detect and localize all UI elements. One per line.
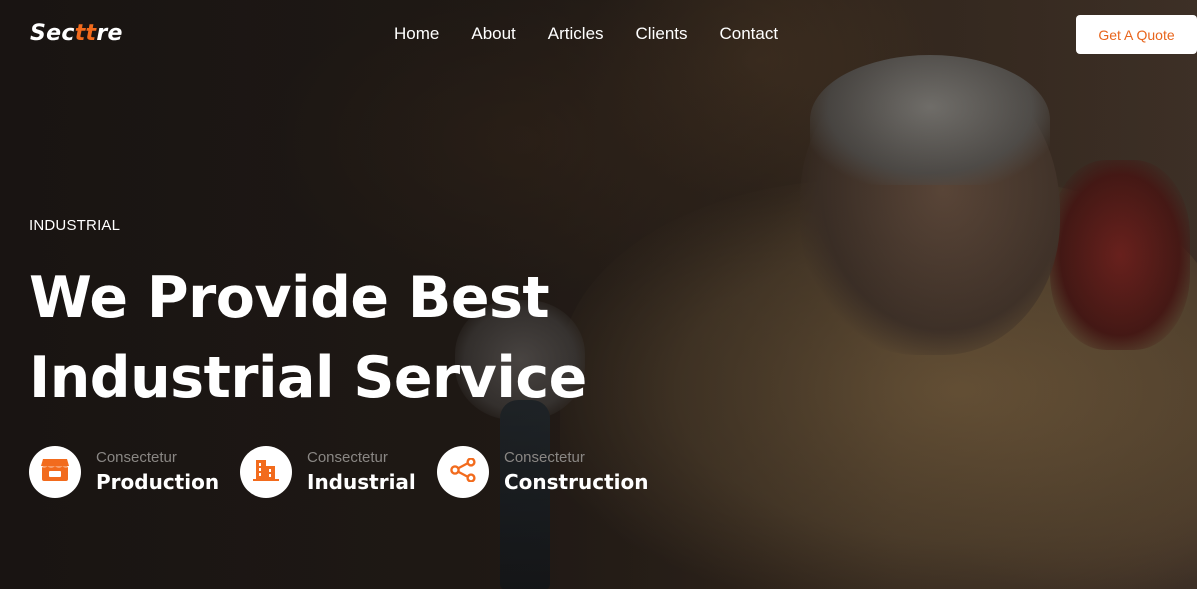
hero-headline-line2: Industrial Service bbox=[29, 345, 587, 411]
site-logo[interactable]: Secttre bbox=[30, 21, 123, 46]
feature-title: Construction bbox=[504, 470, 649, 494]
feature-list: Consectetur Production Consectetur Indus… bbox=[29, 446, 648, 498]
share-nodes-icon bbox=[449, 457, 477, 486]
hero-headline: We Provide Best Industrial Service bbox=[29, 258, 649, 418]
feature-kicker: Consectetur bbox=[307, 449, 388, 466]
buildings-icon bbox=[252, 458, 280, 486]
nav-item-articles[interactable]: Articles bbox=[548, 24, 604, 44]
feature-industrial[interactable]: Consectetur Industrial bbox=[240, 446, 437, 498]
feature-icon-circle bbox=[29, 446, 81, 498]
feature-kicker: Consectetur bbox=[504, 449, 585, 466]
feature-title: Production bbox=[96, 470, 220, 494]
get-a-quote-button[interactable]: Get A Quote bbox=[1076, 15, 1197, 54]
nav-item-about[interactable]: About bbox=[471, 24, 515, 44]
feature-kicker: Consectetur bbox=[96, 449, 177, 466]
logo-text-end: re bbox=[96, 21, 123, 46]
hero-headline-line1: We Provide Best bbox=[29, 265, 550, 331]
storefront-icon bbox=[40, 457, 70, 487]
nav-item-clients[interactable]: Clients bbox=[636, 24, 688, 44]
nav-item-contact[interactable]: Contact bbox=[720, 24, 779, 44]
logo-text-accent: tt bbox=[74, 21, 97, 46]
feature-construction[interactable]: Consectetur Construction bbox=[437, 446, 648, 498]
logo-text-start: Sec bbox=[30, 21, 75, 46]
hero-eyebrow: INDUSTRIAL bbox=[29, 217, 121, 234]
feature-icon-circle bbox=[240, 446, 292, 498]
main-nav: Home About Articles Clients Contact bbox=[394, 24, 778, 44]
nav-item-home[interactable]: Home bbox=[394, 24, 439, 44]
feature-icon-circle bbox=[437, 446, 489, 498]
feature-title: Industrial bbox=[307, 470, 416, 494]
feature-production[interactable]: Consectetur Production bbox=[29, 446, 240, 498]
